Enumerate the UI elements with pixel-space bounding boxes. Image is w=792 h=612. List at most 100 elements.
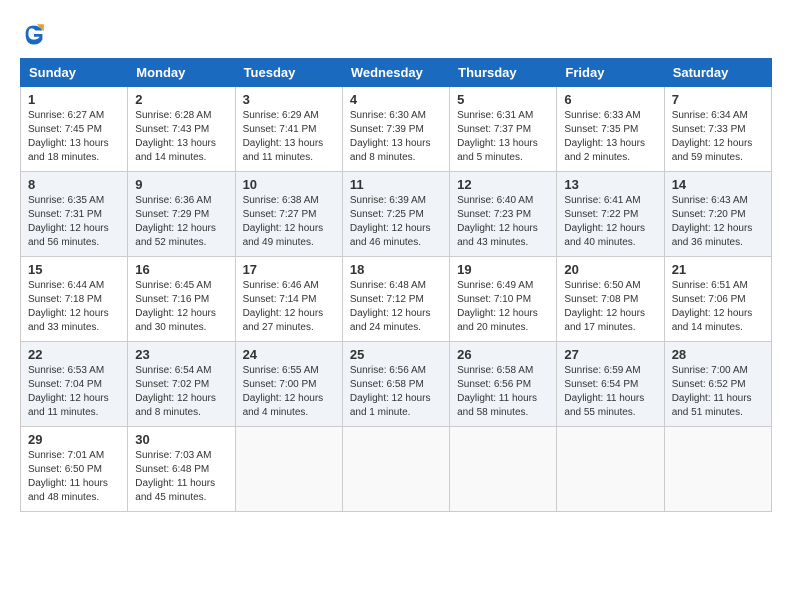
day-info-line: and 58 minutes. xyxy=(457,406,549,420)
day-info-line: Sunrise: 7:01 AM xyxy=(28,449,120,463)
calendar-cell: 24Sunrise: 6:55 AMSunset: 7:00 PMDayligh… xyxy=(235,342,342,427)
header xyxy=(20,20,772,48)
calendar-cell: 8Sunrise: 6:35 AMSunset: 7:31 PMDaylight… xyxy=(21,172,128,257)
day-info-line: Sunset: 7:35 PM xyxy=(564,123,656,137)
calendar-cell: 29Sunrise: 7:01 AMSunset: 6:50 PMDayligh… xyxy=(21,427,128,512)
calendar-cell: 3Sunrise: 6:29 AMSunset: 7:41 PMDaylight… xyxy=(235,87,342,172)
day-info-line: Sunrise: 6:51 AM xyxy=(672,279,764,293)
day-info-line: Daylight: 12 hours xyxy=(135,307,227,321)
day-info-line: and 40 minutes. xyxy=(564,236,656,250)
weekday-header-saturday: Saturday xyxy=(664,59,771,87)
day-number: 13 xyxy=(564,177,656,192)
day-info-line: Sunrise: 6:56 AM xyxy=(350,364,442,378)
day-number: 27 xyxy=(564,347,656,362)
day-number: 2 xyxy=(135,92,227,107)
day-info-line: Sunset: 7:02 PM xyxy=(135,378,227,392)
calendar-cell xyxy=(235,427,342,512)
day-number: 30 xyxy=(135,432,227,447)
day-info-line: and 8 minutes. xyxy=(135,406,227,420)
day-number: 7 xyxy=(672,92,764,107)
day-info-line: Daylight: 11 hours xyxy=(28,477,120,491)
day-info-line: Daylight: 12 hours xyxy=(672,307,764,321)
day-info-line: Sunrise: 6:40 AM xyxy=(457,194,549,208)
day-info-line: and 48 minutes. xyxy=(28,491,120,505)
day-info-line: and 30 minutes. xyxy=(135,321,227,335)
week-row-2: 15Sunrise: 6:44 AMSunset: 7:18 PMDayligh… xyxy=(21,257,772,342)
day-info-line: Daylight: 12 hours xyxy=(243,222,335,236)
day-info-line: Sunset: 6:58 PM xyxy=(350,378,442,392)
day-info-line: Sunset: 6:48 PM xyxy=(135,463,227,477)
day-info-line: and 55 minutes. xyxy=(564,406,656,420)
day-number: 25 xyxy=(350,347,442,362)
day-number: 23 xyxy=(135,347,227,362)
day-info-line: Sunrise: 6:46 AM xyxy=(243,279,335,293)
day-info-line: Sunset: 7:37 PM xyxy=(457,123,549,137)
day-info-line: and 43 minutes. xyxy=(457,236,549,250)
day-info-line: Daylight: 12 hours xyxy=(350,307,442,321)
day-info-line: Daylight: 11 hours xyxy=(672,392,764,406)
day-info-line: and 2 minutes. xyxy=(564,151,656,165)
day-number: 16 xyxy=(135,262,227,277)
day-info-line: Sunset: 7:18 PM xyxy=(28,293,120,307)
day-info-line: and 51 minutes. xyxy=(672,406,764,420)
day-info-line: Sunrise: 7:00 AM xyxy=(672,364,764,378)
day-number: 29 xyxy=(28,432,120,447)
day-number: 19 xyxy=(457,262,549,277)
day-info-line: Sunset: 7:14 PM xyxy=(243,293,335,307)
day-info-line: and 46 minutes. xyxy=(350,236,442,250)
day-info-line: Sunset: 6:52 PM xyxy=(672,378,764,392)
calendar-cell: 1Sunrise: 6:27 AMSunset: 7:45 PMDaylight… xyxy=(21,87,128,172)
day-info-line: Sunrise: 6:50 AM xyxy=(564,279,656,293)
calendar-cell: 15Sunrise: 6:44 AMSunset: 7:18 PMDayligh… xyxy=(21,257,128,342)
day-info-line: Sunrise: 6:53 AM xyxy=(28,364,120,378)
day-info-line: Daylight: 11 hours xyxy=(564,392,656,406)
day-info-line: Daylight: 12 hours xyxy=(28,392,120,406)
day-number: 5 xyxy=(457,92,549,107)
day-info-line: Sunset: 7:23 PM xyxy=(457,208,549,222)
day-info-line: Sunrise: 6:30 AM xyxy=(350,109,442,123)
day-info-line: Sunset: 7:27 PM xyxy=(243,208,335,222)
day-info-line: Daylight: 12 hours xyxy=(243,307,335,321)
day-info-line: Sunrise: 6:55 AM xyxy=(243,364,335,378)
day-info-line: Daylight: 12 hours xyxy=(350,222,442,236)
day-info-line: Sunset: 7:16 PM xyxy=(135,293,227,307)
day-info-line: Sunrise: 6:45 AM xyxy=(135,279,227,293)
logo-icon xyxy=(20,20,48,48)
day-info-line: Daylight: 12 hours xyxy=(672,137,764,151)
day-info-line: Sunrise: 7:03 AM xyxy=(135,449,227,463)
day-info-line: and 18 minutes. xyxy=(28,151,120,165)
day-number: 15 xyxy=(28,262,120,277)
day-info-line: Sunrise: 6:27 AM xyxy=(28,109,120,123)
day-number: 8 xyxy=(28,177,120,192)
week-row-0: 1Sunrise: 6:27 AMSunset: 7:45 PMDaylight… xyxy=(21,87,772,172)
day-info-line: Sunrise: 6:31 AM xyxy=(457,109,549,123)
day-number: 20 xyxy=(564,262,656,277)
day-info-line: Sunrise: 6:28 AM xyxy=(135,109,227,123)
calendar-cell: 14Sunrise: 6:43 AMSunset: 7:20 PMDayligh… xyxy=(664,172,771,257)
weekday-header-row: SundayMondayTuesdayWednesdayThursdayFrid… xyxy=(21,59,772,87)
day-info-line: Sunrise: 6:38 AM xyxy=(243,194,335,208)
calendar-cell xyxy=(450,427,557,512)
day-info-line: Sunrise: 6:36 AM xyxy=(135,194,227,208)
day-info-line: and 49 minutes. xyxy=(243,236,335,250)
day-number: 26 xyxy=(457,347,549,362)
day-info-line: Sunset: 7:06 PM xyxy=(672,293,764,307)
weekday-header-friday: Friday xyxy=(557,59,664,87)
day-info-line: Sunset: 7:08 PM xyxy=(564,293,656,307)
calendar-cell: 25Sunrise: 6:56 AMSunset: 6:58 PMDayligh… xyxy=(342,342,449,427)
day-number: 24 xyxy=(243,347,335,362)
day-info-line: Sunset: 7:33 PM xyxy=(672,123,764,137)
day-info-line: Daylight: 12 hours xyxy=(564,307,656,321)
calendar-cell: 19Sunrise: 6:49 AMSunset: 7:10 PMDayligh… xyxy=(450,257,557,342)
day-info-line: and 17 minutes. xyxy=(564,321,656,335)
day-info-line: Sunset: 7:39 PM xyxy=(350,123,442,137)
day-info-line: Sunset: 7:00 PM xyxy=(243,378,335,392)
weekday-header-thursday: Thursday xyxy=(450,59,557,87)
day-info-line: Sunset: 7:25 PM xyxy=(350,208,442,222)
day-info-line: Sunset: 7:29 PM xyxy=(135,208,227,222)
day-info-line: Sunset: 7:41 PM xyxy=(243,123,335,137)
weekday-header-monday: Monday xyxy=(128,59,235,87)
day-info-line: Daylight: 13 hours xyxy=(243,137,335,151)
day-info-line: and 4 minutes. xyxy=(243,406,335,420)
calendar-cell xyxy=(342,427,449,512)
